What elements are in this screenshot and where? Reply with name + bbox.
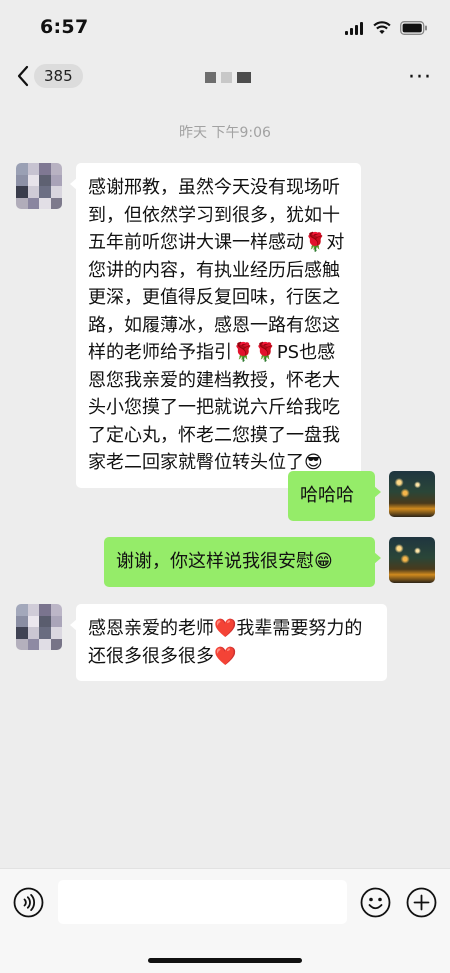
voice-button[interactable] (13, 887, 44, 918)
chat-title-pixelated (205, 72, 251, 83)
contact-avatar[interactable] (16, 163, 62, 209)
emoji-icon (360, 887, 391, 918)
emoji-button[interactable] (360, 887, 391, 918)
message-bubble-outgoing[interactable]: 谢谢，你这样说我很安慰😁 (104, 537, 381, 587)
signal-icon (345, 21, 363, 35)
plus-button[interactable] (406, 887, 437, 918)
status-bar: 6:57 (0, 0, 450, 56)
message-bubble-incoming[interactable]: 感恩亲爱的老师❤️我辈需要努力的还很多很多很多❤️ (70, 604, 387, 681)
status-icons (345, 20, 428, 36)
my-avatar[interactable] (389, 537, 435, 583)
more-button[interactable]: ··· (408, 65, 432, 90)
battery-icon (400, 21, 427, 35)
back-button[interactable]: 385 (16, 64, 83, 88)
contact-avatar[interactable] (16, 604, 62, 650)
voice-icon (13, 887, 44, 918)
message-bubble-incoming[interactable]: 感谢邢教，虽然今天没有现场听到，但依然学习到很多，犹如十五年前听您讲大课一样感动… (70, 163, 361, 488)
my-avatar[interactable] (389, 471, 435, 517)
nav-bar: 385 ··· (0, 56, 450, 104)
message-input[interactable] (58, 880, 347, 924)
message-bubble-outgoing[interactable]: 哈哈哈 (288, 471, 381, 521)
status-time: 6:57 (40, 16, 89, 38)
plus-icon (406, 887, 437, 918)
unread-count-badge: 385 (34, 64, 83, 88)
home-indicator[interactable] (148, 958, 302, 963)
message-timestamp: 昨天 下午9:06 (179, 125, 271, 141)
more-icon: ··· (408, 65, 432, 90)
back-chevron-icon (17, 65, 29, 87)
wifi-icon (373, 21, 391, 34)
